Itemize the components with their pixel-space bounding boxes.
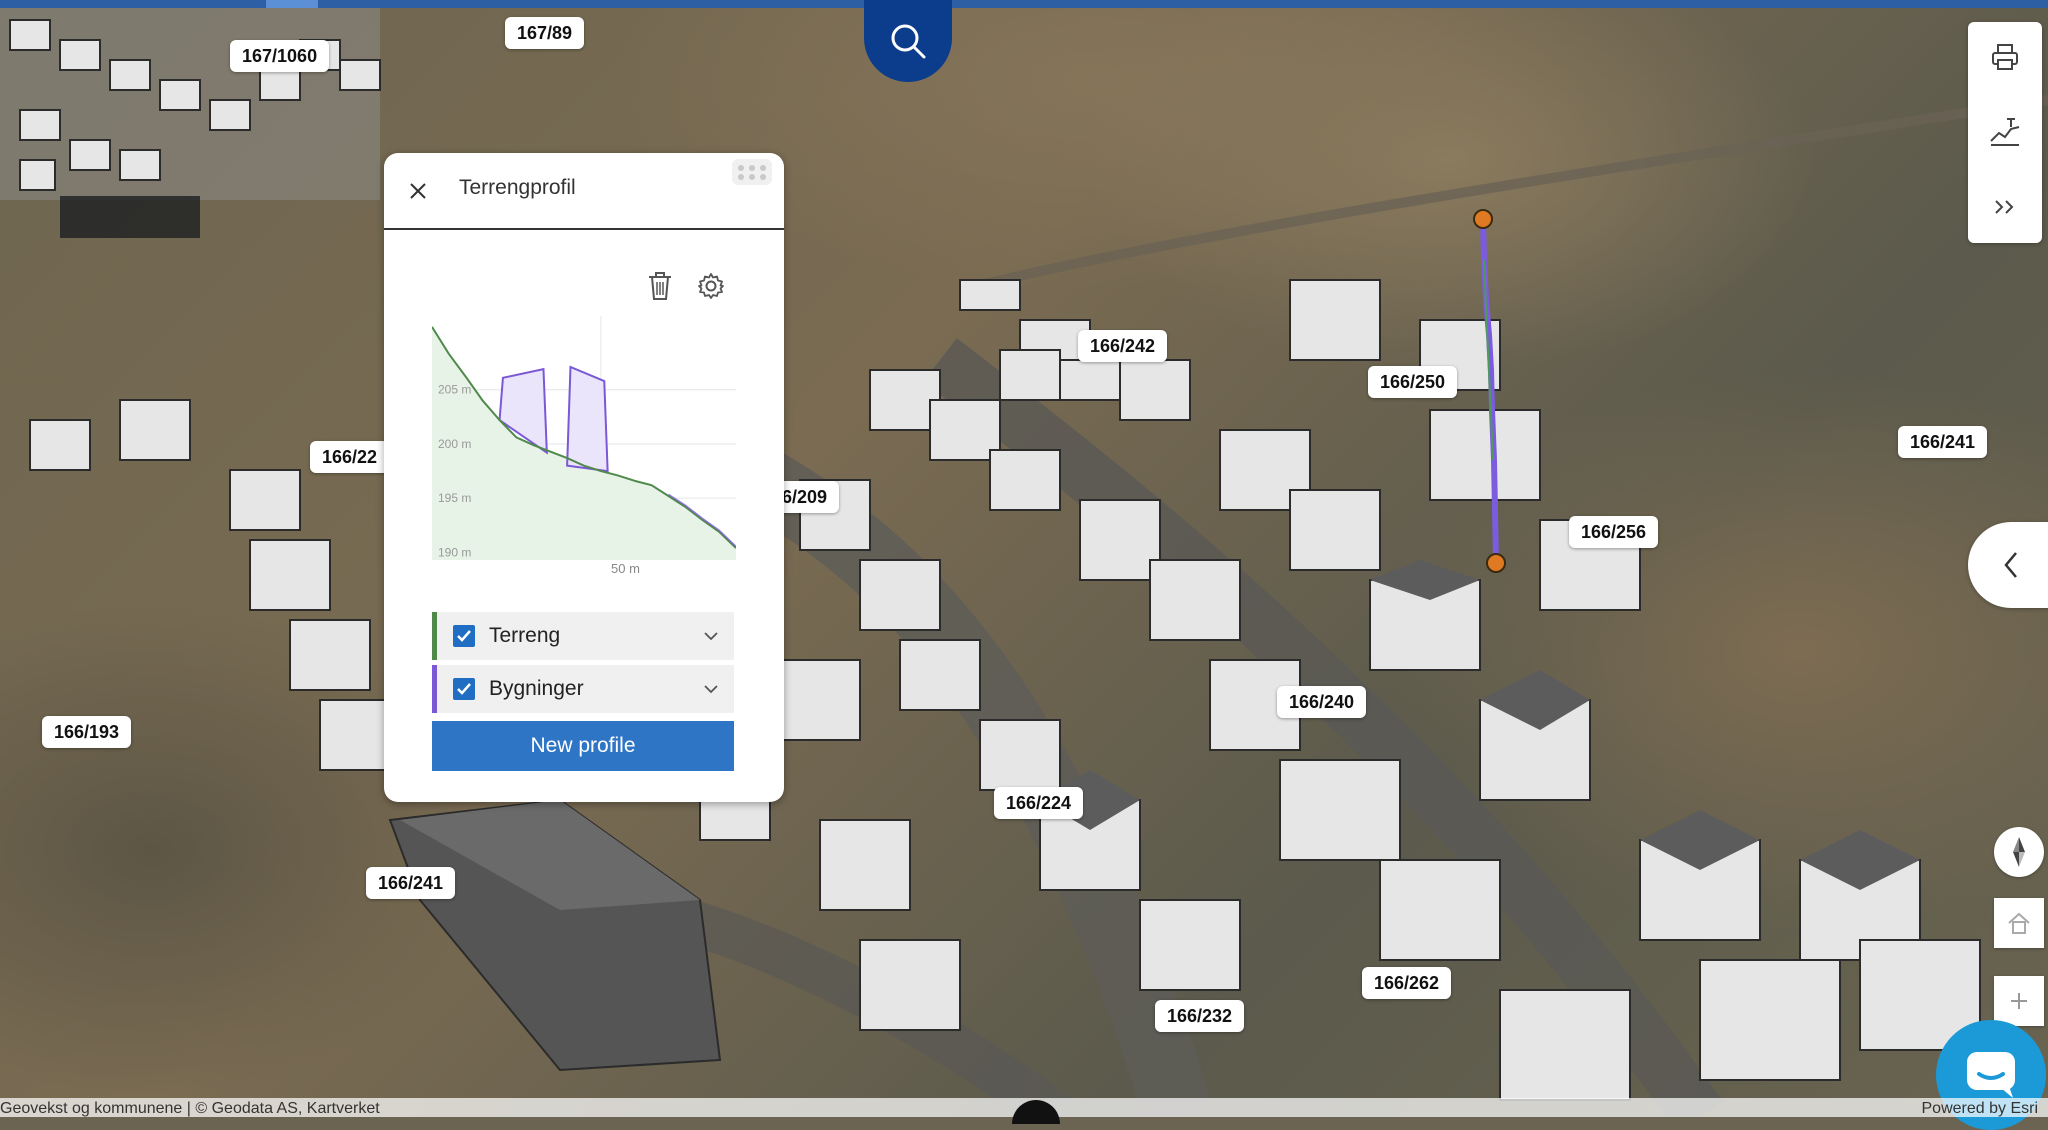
parcel-label[interactable]: 166/250 [1368,366,1458,398]
parcel-label[interactable]: 166/241 [366,867,456,899]
layer-color-bar [432,665,437,713]
right-toolbar [1968,22,2042,243]
trash-icon [649,272,671,300]
new-profile-button[interactable]: New profile [432,721,734,771]
home-icon [2008,912,2030,934]
attribution-text: Geovekst og kommunene | © Geodata AS, Ka… [0,1100,380,1117]
parcel-label[interactable]: 166/241 [1898,426,1988,458]
elevation-profile-icon [1990,118,2020,146]
search-icon [891,24,926,59]
top-accent-tab [266,0,318,8]
elevation-profile-button[interactable] [1968,97,2042,167]
elevation-chart[interactable]: 205 m 200 m 195 m 190 m [431,316,737,560]
expand-icon [1995,200,2014,214]
chart-y-tick: 190 m [438,545,471,559]
chevron-down-icon [704,684,718,693]
chart-y-tick: 195 m [438,491,471,505]
compass-button[interactable] [1994,827,2044,877]
expand-toolbar-button[interactable] [1968,172,2042,242]
parcel-label[interactable]: 166/242 [1078,330,1168,362]
elevation-chart-svg: 205 m 200 m 195 m 190 m [431,316,737,560]
terrain-profile-panel: Terrengprofil 205 m 200 m 195 m 190 m 50… [384,153,784,802]
map-scene [0,0,2048,1117]
building-profile-shape [566,365,609,473]
layer-expand-button[interactable] [700,684,722,694]
parcel-label[interactable]: 166/262 [1362,967,1452,999]
print-icon [1992,44,2018,70]
close-button[interactable] [406,179,430,203]
layer-row-terreng[interactable]: Terreng [432,612,734,660]
plus-icon [2011,993,2027,1009]
parcel-label[interactable]: 166/240 [1277,686,1367,718]
delete-profile-button[interactable] [646,271,674,303]
close-icon [410,183,426,199]
parcel-label[interactable]: 167/89 [505,17,585,49]
print-button[interactable] [1968,22,2042,92]
parcel-label[interactable]: 166/22 [310,441,390,473]
zoom-in-button[interactable] [1994,976,2044,1026]
parcel-label[interactable]: 166/224 [994,787,1084,819]
chevron-down-icon [704,631,718,640]
layer-label: Bygninger [489,677,584,700]
drag-handle[interactable] [732,159,772,185]
layer-label: Terreng [489,624,561,647]
layer-row-bygninger[interactable]: Bygninger [432,665,734,713]
checkmark-icon [457,630,471,642]
panel-title: Terrengprofil [459,176,576,199]
parcel-label[interactable]: 167/1060 [230,40,330,72]
layer-color-bar [432,612,437,660]
gear-icon [698,273,724,299]
chart-y-tick: 205 m [438,383,471,397]
map-view[interactable] [0,0,2048,1117]
checkmark-icon [457,683,471,695]
compass-icon [2013,837,2025,867]
parcel-label[interactable]: 166/232 [1155,1000,1245,1032]
parcel-label[interactable]: 166/193 [42,716,132,748]
chart-x-tick: 50 m [611,561,640,576]
chat-icon [1967,1052,2015,1098]
chevron-left-icon [2004,552,2017,578]
chart-y-tick: 200 m [438,437,471,451]
panel-header: Terrengprofil [384,153,784,230]
side-panel-toggle[interactable] [1968,522,2048,608]
layer-expand-button[interactable] [700,631,722,641]
powered-by-text[interactable]: Powered by Esri [1922,1099,2039,1118]
parcel-label[interactable]: 166/256 [1569,516,1659,548]
layer-checkbox-bygninger[interactable] [453,678,475,700]
layer-checkbox-terreng[interactable] [453,625,475,647]
settings-button[interactable] [696,271,726,301]
home-button[interactable] [1994,898,2044,948]
